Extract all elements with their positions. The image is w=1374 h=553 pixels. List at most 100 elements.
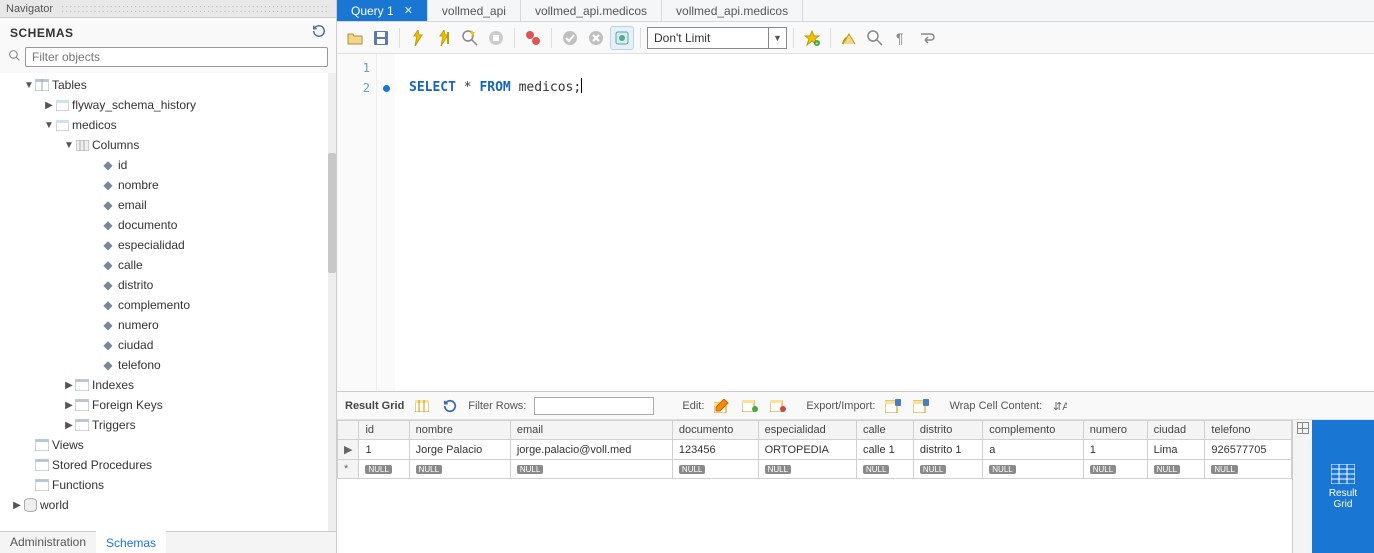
tree-columns[interactable]: ▼ Columns (4, 135, 328, 155)
edit-row-icon[interactable] (712, 397, 732, 415)
cell[interactable]: 123456 (672, 440, 758, 460)
cell-null[interactable]: NULL (510, 460, 672, 479)
cell-null[interactable]: NULL (856, 460, 913, 479)
save-button[interactable] (369, 26, 393, 50)
result-grid-icon[interactable] (412, 397, 432, 415)
cell-null[interactable]: NULL (359, 460, 409, 479)
col-id[interactable]: id (359, 421, 409, 440)
refresh-icon[interactable] (312, 24, 326, 41)
tree-column-documento[interactable]: ◆documento (4, 215, 328, 235)
rollback-button[interactable] (584, 26, 608, 50)
tree-indexes[interactable]: ▶Indexes (4, 375, 328, 395)
tree-foreign-keys[interactable]: ▶Foreign Keys (4, 395, 328, 415)
table-row[interactable]: ▶ 1 Jorge Palacio jorge.palacio@voll.med… (338, 440, 1292, 460)
filter-rows-input[interactable] (534, 397, 654, 415)
add-row-icon[interactable] (740, 397, 760, 415)
tab-query-1[interactable]: Query 1 ✕ (337, 0, 428, 21)
cell[interactable]: calle 1 (856, 440, 913, 460)
cell-null[interactable]: NULL (672, 460, 758, 479)
tree-tables[interactable]: ▼ Tables (4, 75, 328, 95)
toggle-autocommit-button[interactable] (521, 26, 545, 50)
tree-column-distrito[interactable]: ◆distrito (4, 275, 328, 295)
code-content[interactable]: SELECT * FROM medicos; (395, 54, 582, 391)
cell[interactable]: ORTOPEDIA (758, 440, 856, 460)
expand-icon[interactable]: ▼ (24, 80, 34, 91)
invisible-chars-button[interactable]: ¶ (889, 26, 913, 50)
find-button[interactable] (863, 26, 887, 50)
sql-editor[interactable]: 1 2 SELECT * FROM medicos; (337, 54, 1374, 392)
cell-null[interactable]: NULL (409, 460, 510, 479)
cell[interactable]: Jorge Palacio (409, 440, 510, 460)
tree-column-id[interactable]: ◆id (4, 155, 328, 175)
tree-medicos[interactable]: ▼ medicos (4, 115, 328, 135)
tree-stored-procedures[interactable]: ▶Stored Procedures (4, 455, 328, 475)
limit-select[interactable]: Don't Limit ▼ (647, 27, 787, 49)
expand-icon[interactable]: ▼ (44, 120, 54, 131)
col-email[interactable]: email (510, 421, 672, 440)
tree-column-nombre[interactable]: ◆nombre (4, 175, 328, 195)
close-icon[interactable]: ✕ (404, 4, 413, 17)
cell-null[interactable]: NULL (758, 460, 856, 479)
tree-column-ciudad[interactable]: ◆ciudad (4, 335, 328, 355)
row-handle-new[interactable]: * (338, 460, 359, 479)
expand-icon[interactable]: ▶ (64, 420, 74, 431)
result-grid-side-tab[interactable]: Result Grid (1312, 420, 1374, 553)
cell[interactable]: Lima (1147, 440, 1205, 460)
tab-vollmed-api-medicos-2[interactable]: vollmed_api.medicos (662, 0, 803, 21)
tree-column-especialidad[interactable]: ◆especialidad (4, 235, 328, 255)
cell-null[interactable]: NULL (1083, 460, 1147, 479)
col-numero[interactable]: numero (1083, 421, 1147, 440)
row-handle[interactable]: ▶ (338, 440, 359, 460)
export-icon[interactable] (883, 397, 903, 415)
execute-current-button[interactable] (432, 26, 456, 50)
expand-icon[interactable]: ▼ (64, 140, 74, 151)
col-telefono[interactable]: telefono (1205, 421, 1292, 440)
tree-triggers[interactable]: ▶Triggers (4, 415, 328, 435)
tab-administration[interactable]: Administration (0, 532, 96, 553)
explain-button[interactable] (458, 26, 482, 50)
table-new-row[interactable]: * NULL NULL NULL NULL NULL NULL NULL NUL… (338, 460, 1292, 479)
navigator-scrollbar[interactable] (328, 73, 336, 531)
schema-tree[interactable]: ▼ Tables ▶ flyway_schema_history ▼ medic… (0, 73, 328, 531)
commit-button[interactable] (558, 26, 582, 50)
open-file-button[interactable] (343, 26, 367, 50)
import-icon[interactable] (911, 397, 931, 415)
result-grid[interactable]: id nombre email documento especialidad c… (337, 420, 1292, 553)
tree-column-numero[interactable]: ◆numero (4, 315, 328, 335)
tree-column-complemento[interactable]: ◆complemento (4, 295, 328, 315)
cell[interactable]: a (983, 440, 1083, 460)
tree-world[interactable]: ▶world (4, 495, 328, 515)
col-complemento[interactable]: complemento (983, 421, 1083, 440)
tree-flyway[interactable]: ▶ flyway_schema_history (4, 95, 328, 115)
cell[interactable]: 1 (1083, 440, 1147, 460)
expand-icon[interactable]: ▶ (64, 400, 74, 411)
beautify-button[interactable] (837, 26, 861, 50)
cell[interactable]: 926577705 (1205, 440, 1292, 460)
expand-icon[interactable]: ▶ (64, 380, 74, 391)
toggle-limit-button[interactable] (610, 26, 634, 50)
delete-row-icon[interactable] (768, 397, 788, 415)
result-side-preview[interactable] (1292, 420, 1312, 553)
col-distrito[interactable]: distrito (913, 421, 982, 440)
col-ciudad[interactable]: ciudad (1147, 421, 1205, 440)
result-refresh-icon[interactable] (440, 397, 460, 415)
tree-column-email[interactable]: ◆email (4, 195, 328, 215)
favorite-button[interactable]: + (800, 26, 824, 50)
breakpoint-gutter[interactable] (377, 54, 395, 391)
tree-column-calle[interactable]: ◆calle (4, 255, 328, 275)
col-nombre[interactable]: nombre (409, 421, 510, 440)
expand-icon[interactable]: ▶ (12, 500, 22, 511)
col-documento[interactable]: documento (672, 421, 758, 440)
tab-vollmed-api[interactable]: vollmed_api (428, 0, 521, 21)
breakpoint-icon[interactable] (383, 85, 390, 92)
cell[interactable]: jorge.palacio@voll.med (510, 440, 672, 460)
cell-null[interactable]: NULL (1205, 460, 1292, 479)
tree-views[interactable]: ▶Views (4, 435, 328, 455)
cell-null[interactable]: NULL (913, 460, 982, 479)
cell-null[interactable]: NULL (1147, 460, 1205, 479)
col-calle[interactable]: calle (856, 421, 913, 440)
cell[interactable]: distrito 1 (913, 440, 982, 460)
chevron-down-icon[interactable]: ▼ (768, 28, 786, 48)
col-especialidad[interactable]: especialidad (758, 421, 856, 440)
tab-vollmed-api-medicos-1[interactable]: vollmed_api.medicos (521, 0, 662, 21)
